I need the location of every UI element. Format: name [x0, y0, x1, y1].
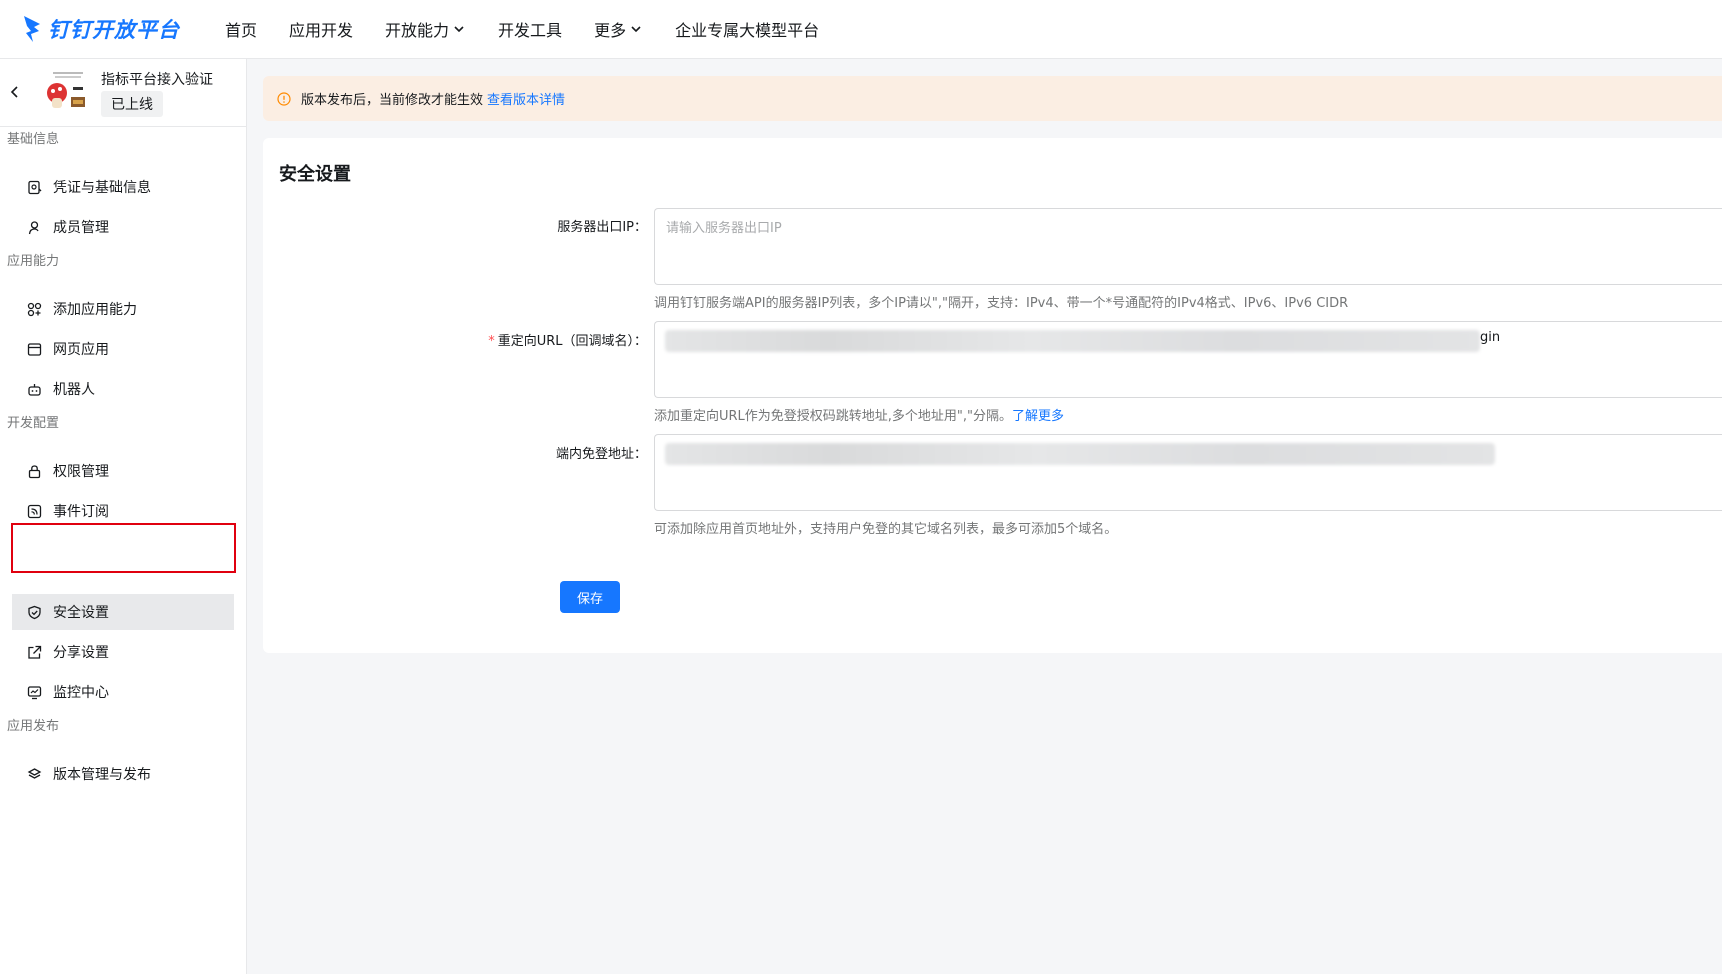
sidebar-item-event-subscription[interactable]: 事件订阅 [12, 493, 234, 529]
sidebar-item-label: 成员管理 [53, 220, 109, 236]
nav-app-dev[interactable]: 应用开发 [289, 17, 353, 41]
sidebar-item-label: 事件订阅 [53, 504, 109, 520]
server-ip-help: 调用钉钉服务端API的服务器IP列表，多个IP请以","隔开，支持：IPv4、带… [654, 296, 1349, 311]
sidebar: 指标平台接入验证 已上线 基础信息 凭证与基础信息 成员管理 应用能力 添加应用… [0, 59, 247, 974]
redirect-url-input[interactable]: gin [654, 321, 1722, 398]
nav-label: 首页 [225, 21, 258, 40]
app-header: 指标平台接入验证 已上线 [0, 59, 246, 127]
sidebar-item-label: 网页应用 [53, 342, 109, 358]
sidebar-item-label: 权限管理 [53, 464, 109, 480]
sidebar-item-label: 版本管理与发布 [53, 767, 151, 783]
sidebar-item-credentials[interactable]: 凭证与基础信息 [12, 169, 234, 205]
share-icon [28, 645, 42, 659]
sidebar-item-label: 机器人 [53, 382, 95, 398]
web-app-icon [27, 342, 42, 356]
app-name: 指标平台接入验证 [101, 72, 213, 88]
lock-icon [28, 464, 41, 478]
nav-label: 企业专属大模型平台 [675, 21, 820, 40]
sidebar-item-monitor[interactable]: 监控中心 [12, 674, 234, 710]
sidebar-item-label: 安全设置 [53, 605, 109, 621]
page-title: 安全设置 [279, 164, 351, 185]
credential-icon [28, 180, 42, 194]
redacted-value [665, 443, 1495, 465]
server-ip-label: 服务器出口IP： [557, 220, 647, 235]
sidebar-item-share[interactable]: 分享设置 [12, 634, 234, 670]
sidebar-item-web-app[interactable]: 网页应用 [12, 331, 234, 367]
main-nav: 首页 应用开发 开放能力 开发工具 更多 企业专属大模型平台 [225, 17, 851, 41]
redirect-url-visible-tail: gin [1480, 330, 1501, 345]
rss-icon [27, 504, 42, 518]
chevron-down-icon [454, 26, 464, 33]
server-ip-box [654, 208, 1722, 285]
nav-label: 开放能力 [385, 21, 450, 40]
info-icon [277, 91, 291, 106]
redirect-url-label-text: 重定向URL（回调域名）： [497, 334, 647, 349]
chevron-down-icon [631, 26, 641, 33]
group-title-release: 应用发布 [7, 719, 60, 734]
nav-open-capabilities[interactable]: 开放能力 [385, 17, 466, 41]
sidebar-item-security[interactable]: 安全设置 [12, 594, 234, 630]
redacted-value [665, 330, 1480, 352]
sidebar-item-label: 添加应用能力 [53, 302, 137, 318]
sidebar-item-add-capability[interactable]: 添加应用能力 [12, 291, 234, 327]
sidebar-item-label: 凭证与基础信息 [53, 180, 151, 196]
brand-logo[interactable]: 钉钉开放平台 [22, 14, 222, 44]
nav-home[interactable]: 首页 [225, 17, 257, 41]
learn-more-link[interactable]: 了解更多 [1012, 409, 1064, 424]
nav-label: 开发工具 [498, 21, 563, 40]
group-title-capabilities: 应用能力 [7, 254, 60, 269]
layers-icon [27, 767, 42, 779]
alert-text: 版本发布后，当前修改才能生效 [301, 93, 484, 108]
sidebar-item-members[interactable]: 成员管理 [12, 209, 234, 245]
sso-domain-input[interactable] [654, 434, 1722, 511]
server-ip-input[interactable] [655, 209, 1722, 284]
redirect-url-help-text: 添加重定向URL作为免登授权码跳转地址,多个地址用","分隔。 [654, 409, 1013, 424]
apps-add-icon [27, 302, 42, 316]
sidebar-item-label: 监控中心 [53, 685, 109, 701]
redirect-url-label: * 重定向URL（回调域名）： [488, 330, 647, 349]
required-mark: * [488, 334, 495, 349]
release-notice-banner: 版本发布后，当前修改才能生效 查看版本详情 [263, 76, 1722, 121]
user-icon [28, 220, 39, 234]
monitor-icon [27, 685, 42, 699]
sso-domain-label: 端内免登地址： [555, 447, 647, 462]
chevron-left-icon[interactable] [7, 84, 21, 100]
group-title-dev-config: 开发配置 [7, 416, 60, 431]
sidebar-item-permissions[interactable]: 权限管理 [12, 453, 234, 489]
sidebar-item-version-release[interactable]: 版本管理与发布 [12, 756, 234, 792]
view-version-details-link[interactable]: 查看版本详情 [487, 89, 565, 108]
nav-label: 更多 [594, 21, 627, 40]
nav-dev-tools[interactable]: 开发工具 [498, 17, 562, 41]
app-status-badge: 已上线 [101, 91, 163, 117]
top-navbar: 钉钉开放平台 首页 应用开发 开放能力 开发工具 更多 企业专属大模型平台 [0, 0, 1722, 59]
brand-name: 钉钉开放平台 [48, 18, 180, 42]
redirect-url-help: 添加重定向URL作为免登授权码跳转地址,多个地址用","分隔。了解更多 [654, 405, 1064, 424]
sidebar-item-label: 分享设置 [53, 645, 109, 661]
nav-more[interactable]: 更多 [594, 17, 643, 41]
shield-icon [28, 605, 41, 619]
robot-icon [28, 383, 41, 396]
sso-domain-help: 可添加除应用首页地址外，支持用户免登的其它域名列表，最多可添加5个域名。 [654, 522, 1118, 537]
nav-label: 应用开发 [289, 21, 354, 40]
save-button[interactable]: 保存 [560, 581, 620, 613]
dingtalk-logo-icon [24, 16, 40, 42]
nav-enterprise-llm[interactable]: 企业专属大模型平台 [675, 17, 819, 41]
app-avatar [43, 69, 91, 117]
group-title-basic: 基础信息 [7, 132, 60, 147]
sidebar-item-robot[interactable]: 机器人 [12, 371, 234, 407]
security-settings-card: 安全设置 服务器出口IP： 调用钉钉服务端API的服务器IP列表，多个IP请以"… [263, 138, 1722, 653]
